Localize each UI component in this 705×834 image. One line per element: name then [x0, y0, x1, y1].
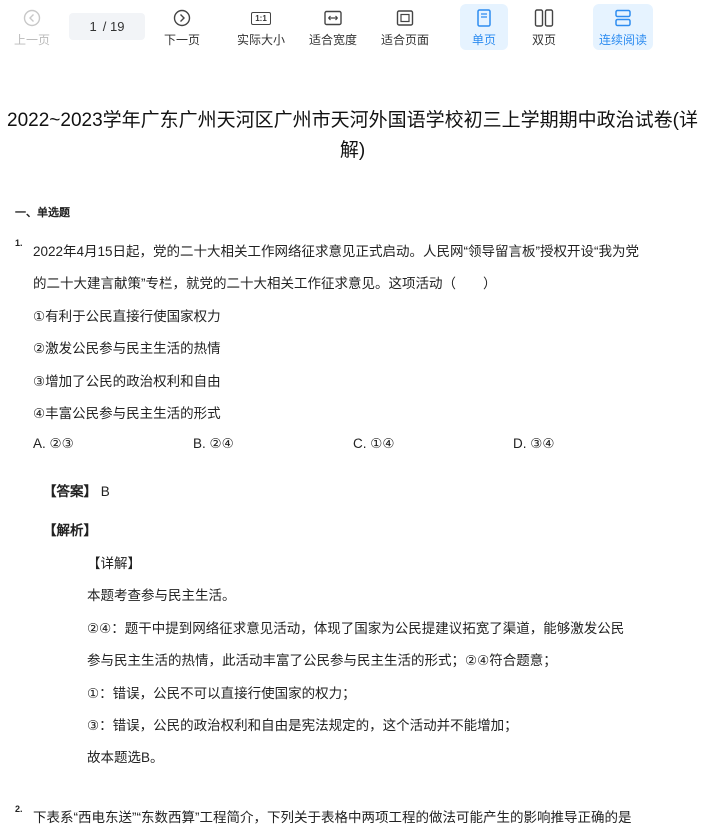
document-title: 2022~2023学年广东广州天河区广州市天河外国语学校初三上学期期中政治试卷(…: [0, 106, 705, 166]
next-page-button[interactable]: 下一页: [160, 4, 204, 50]
answer-row: 【答案】 B: [43, 480, 110, 500]
question-1-stem-line-1: 2022年4月15日起，党的二十大相关工作网络征求意见正式启动。人民网“领导留言…: [33, 244, 640, 259]
explanation-line-6: 故本题选B。: [87, 750, 164, 765]
statement-4: ④丰富公民参与民主生活的形式: [33, 406, 221, 421]
double-page-button[interactable]: 双页: [522, 4, 566, 50]
section-heading: 一、单选题: [15, 207, 70, 219]
viewer-toolbar: 上一页 1 / 19 下一页 1:1 实际大小 适合宽度 适合页面 单页 双页 …: [0, 0, 705, 54]
continuous-reading-label: 连续阅读: [598, 33, 647, 47]
choice-d: D. ③④: [513, 436, 555, 451]
title-line-2: 解): [339, 140, 366, 161]
question-1-stem-line-2: 的二十大建言献策”专栏，就党的二十大相关工作征求意见。这项活动（ ）: [33, 276, 497, 291]
answer-value: B: [100, 484, 110, 499]
statement-3: ③增加了公民的政治权利和自由: [33, 374, 221, 389]
continuous-reading-button[interactable]: 连续阅读: [593, 4, 653, 50]
fit-width-icon: [324, 7, 342, 29]
explanation-line-4: ①：错误，公民不可以直接行使国家的权力；: [87, 686, 356, 701]
choice-a: A. ②③: [33, 436, 74, 451]
question-2-number: 2.: [15, 804, 23, 814]
prev-page-button[interactable]: 上一页: [10, 4, 54, 50]
fit-page-label: 适合页面: [380, 33, 429, 47]
question-2-stem-line-1: 下表系“西电东送”“东数西算”工程简介，下列关于表格中两项工程的做法可能产生的影…: [33, 810, 632, 825]
analysis-label: 【解析】: [43, 523, 97, 538]
actual-size-label: 实际大小: [236, 33, 285, 47]
statement-2: ②激发公民参与民主生活的热情: [33, 341, 221, 356]
single-page-label: 单页: [471, 33, 496, 47]
question-1-number: 1.: [15, 238, 23, 248]
page-current-input[interactable]: 1: [90, 19, 97, 34]
double-page-label: 双页: [531, 33, 556, 47]
title-line-1: 2022~2023学年广东广州天河区广州市天河外国语学校初三上学期期中政治试卷(…: [7, 110, 698, 131]
fit-page-button[interactable]: 适合页面: [376, 4, 434, 50]
double-page-icon: [534, 7, 554, 29]
answer-label: 【答案】: [43, 484, 97, 499]
explanation-line-2: ②④：题干中提到网络征求意见活动，体现了国家为公民提建议拓宽了渠道，能够激发公民: [87, 621, 625, 636]
actual-size-button[interactable]: 1:1 实际大小: [232, 4, 290, 50]
single-page-icon: [476, 7, 492, 29]
fit-width-label: 适合宽度: [308, 33, 357, 47]
actual-size-icon-text: 1:1: [251, 11, 271, 25]
page-indicator[interactable]: 1 / 19: [69, 13, 145, 40]
chevron-right-circle-icon: [173, 7, 191, 29]
prev-page-label: 上一页: [13, 33, 50, 47]
explanation-line-5: ③：错误，公民的政治权利和自由是宪法规定的，这个活动并不能增加；: [87, 718, 518, 733]
choice-b: B. ②④: [193, 436, 234, 451]
next-page-label: 下一页: [163, 33, 200, 47]
fit-page-icon: [396, 7, 414, 29]
fit-width-button[interactable]: 适合宽度: [303, 4, 363, 50]
actual-size-icon: 1:1: [251, 7, 271, 29]
explanation-line-1: 本题考查参与民主生活。: [87, 588, 236, 603]
statement-1: ①有利于公民直接行使国家权力: [33, 309, 221, 324]
single-page-button[interactable]: 单页: [460, 4, 508, 50]
choice-c: C. ①④: [353, 436, 395, 451]
continuous-reading-icon: [614, 7, 632, 29]
detail-label: 【详解】: [87, 556, 141, 571]
explanation-line-3: 参与民主生活的热情，此活动丰富了公民参与民主生活的形式；②④符合题意；: [87, 653, 557, 668]
chevron-left-circle-icon: [23, 7, 41, 29]
page-total: / 19: [102, 19, 125, 34]
